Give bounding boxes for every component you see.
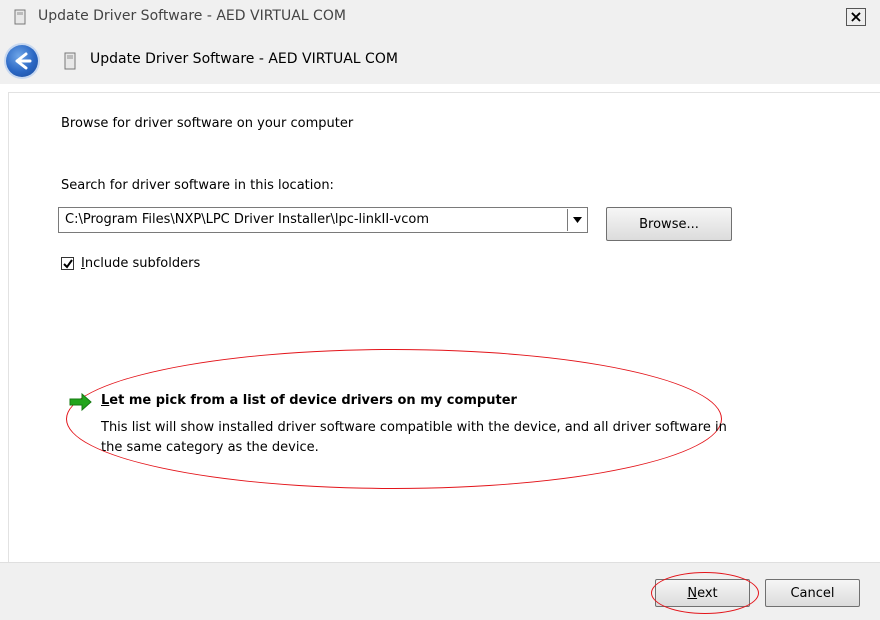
dropdown-arrow-icon: [572, 217, 582, 223]
back-button[interactable]: [6, 45, 38, 77]
checkmark-icon: [62, 258, 73, 269]
annotation-ellipse-next: [651, 572, 759, 614]
cancel-button-label: Cancel: [790, 585, 835, 601]
title-bar: Update Driver Software - AED VIRTUAL COM…: [0, 0, 880, 34]
section-heading: Browse for driver software on your compu…: [61, 116, 354, 131]
device-icon: [14, 9, 26, 25]
back-arrow-icon: [15, 52, 32, 70]
search-location-label: Search for driver software in this locat…: [61, 178, 334, 193]
close-button[interactable]: ×: [846, 8, 866, 26]
device-icon: [64, 52, 76, 70]
pick-from-list-description: This list will show installed driver sof…: [101, 420, 727, 455]
browse-button-label: Browse...: [639, 216, 699, 232]
driver-path-combobox[interactable]: C:\Program Files\NXP\LPC Driver Installe…: [58, 207, 588, 233]
close-icon: ×: [849, 7, 863, 26]
pick-from-list-link[interactable]: Let me pick from a list of device driver…: [101, 393, 517, 408]
content-panel: [8, 92, 880, 563]
page-title: Update Driver Software - AED VIRTUAL COM: [90, 51, 398, 67]
browse-button[interactable]: Browse...: [606, 207, 732, 241]
include-subfolders-label[interactable]: Include subfolders: [81, 256, 200, 271]
include-subfolders-checkbox[interactable]: [61, 257, 74, 270]
update-driver-window: Update Driver Software - AED VIRTUAL COM…: [0, 0, 880, 620]
window-title: Update Driver Software - AED VIRTUAL COM: [38, 8, 346, 24]
driver-path-value: C:\Program Files\NXP\LPC Driver Installe…: [65, 212, 430, 227]
dropdown-button[interactable]: [567, 209, 586, 231]
green-arrow-icon: [69, 392, 92, 412]
cancel-button[interactable]: Cancel: [765, 579, 860, 607]
